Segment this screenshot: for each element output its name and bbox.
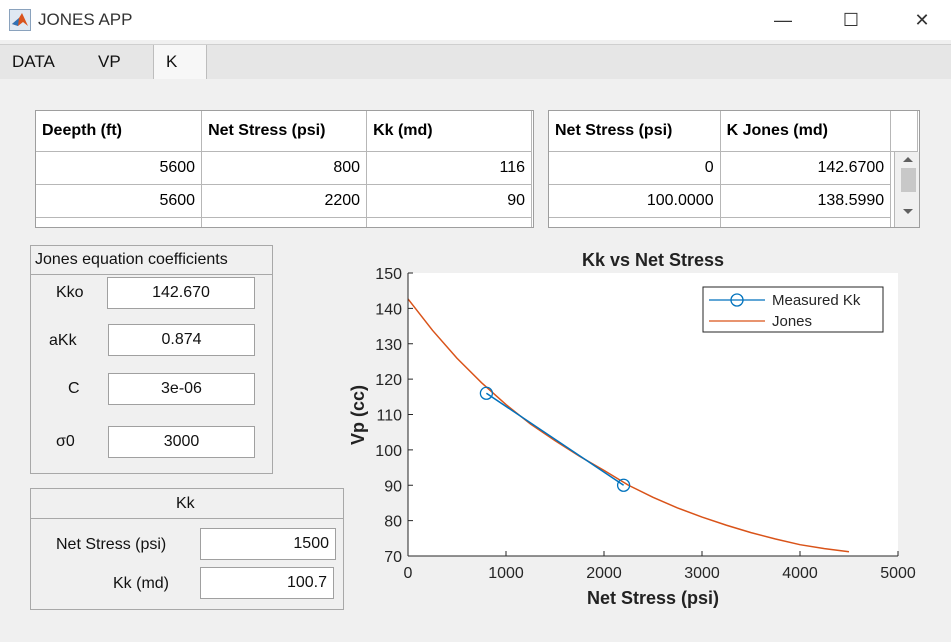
y-tick-label: 150 bbox=[375, 266, 402, 283]
tab-vp[interactable]: VP bbox=[86, 45, 152, 79]
table-cell[interactable]: 5600 bbox=[36, 184, 203, 218]
kk-vs-net-stress-chart[interactable]: Kk vs Net Stress 0 1000 2000 3000 4000 5000 70… bbox=[340, 241, 920, 616]
window-title: JONES APP bbox=[38, 10, 133, 29]
close-button[interactable]: ✕ bbox=[899, 6, 945, 34]
table-cell[interactable]: 2200 bbox=[201, 184, 368, 218]
kko-label: Kko bbox=[56, 284, 84, 301]
c-label: C bbox=[68, 380, 80, 397]
sigma0-label: σ0 bbox=[56, 433, 75, 450]
maximize-button[interactable]: ☐ bbox=[828, 6, 874, 34]
tab-content-k: Deepth (ft) Net Stress (psi) Kk (md) 560… bbox=[0, 79, 951, 642]
column-header-blank bbox=[890, 111, 918, 152]
kk-output-field[interactable]: 100.7 bbox=[200, 567, 334, 599]
table-cell[interactable]: 100.0000 bbox=[549, 184, 721, 218]
table-cell[interactable]: 142.6700 bbox=[719, 151, 892, 185]
y-tick-label: 120 bbox=[375, 372, 402, 389]
chart-title: Kk vs Net Stress bbox=[582, 250, 724, 270]
table-cell[interactable]: 5600 bbox=[36, 151, 203, 185]
x-axis-label: Net Stress (psi) bbox=[587, 588, 719, 608]
x-tick-label: 3000 bbox=[684, 565, 720, 582]
akk-label: aKk bbox=[49, 332, 77, 349]
sigma0-field[interactable]: 3000 bbox=[108, 426, 255, 458]
scrollbar-graphic bbox=[901, 157, 916, 214]
table-cell[interactable]: 90 bbox=[366, 184, 532, 218]
y-axis-label: Vp (cc) bbox=[348, 385, 368, 445]
column-header[interactable]: K Jones (md) bbox=[719, 111, 892, 152]
jones-table[interactable]: Net Stress (psi) K Jones (md) 0 142.6700… bbox=[548, 110, 920, 228]
y-tick-label: 80 bbox=[384, 514, 402, 531]
legend-jones-label: Jones bbox=[772, 313, 812, 330]
measured-data-table[interactable]: Deepth (ft) Net Stress (psi) Kk (md) 560… bbox=[35, 110, 534, 228]
kko-field[interactable]: 142.670 bbox=[107, 277, 255, 309]
panel-header: Kk bbox=[31, 489, 343, 519]
tab-data[interactable]: DATA bbox=[0, 45, 84, 79]
table-row[interactable] bbox=[549, 217, 918, 227]
table-cell[interactable]: 0 bbox=[549, 151, 721, 185]
panel-title: Kk bbox=[176, 495, 195, 512]
y-tick-label: 90 bbox=[384, 478, 402, 495]
y-tick-label: 140 bbox=[375, 301, 402, 318]
scroll-down-arrow-icon bbox=[903, 209, 913, 214]
coefficients-panel: Jones equation coefficients Kko 142.670 … bbox=[30, 245, 273, 474]
kk-panel: Kk Net Stress (psi) 1500 Kk (md) 100.7 bbox=[30, 488, 344, 610]
column-header[interactable]: Kk (md) bbox=[366, 111, 532, 152]
y-tick-label: 100 bbox=[375, 443, 402, 460]
tab-bar: DATA VP K bbox=[0, 44, 951, 80]
table-row[interactable]: 0 142.6700 bbox=[549, 151, 918, 185]
y-tick-label: 70 bbox=[384, 549, 402, 566]
tab-k[interactable]: K bbox=[153, 45, 207, 80]
panel-header: Jones equation coefficients bbox=[31, 246, 272, 275]
akk-field[interactable]: 0.874 bbox=[108, 324, 255, 356]
panel-title: Jones equation coefficients bbox=[35, 251, 228, 268]
column-header[interactable]: Deepth (ft) bbox=[36, 111, 203, 152]
net-stress-label: Net Stress (psi) bbox=[56, 536, 167, 553]
scroll-up-arrow-icon bbox=[903, 157, 913, 162]
table-header-row: Net Stress (psi) K Jones (md) bbox=[549, 111, 918, 152]
table-row[interactable] bbox=[36, 217, 532, 227]
column-header[interactable]: Net Stress (psi) bbox=[201, 111, 368, 152]
matlab-logo-icon bbox=[9, 9, 31, 31]
legend[interactable]: Measured Kk Jones bbox=[702, 286, 884, 333]
c-field[interactable]: 3e-06 bbox=[108, 373, 255, 405]
net-stress-input[interactable]: 1500 bbox=[200, 528, 336, 560]
table-header-row: Deepth (ft) Net Stress (psi) Kk (md) bbox=[36, 111, 532, 152]
x-tick-label: 2000 bbox=[586, 565, 622, 582]
y-tick-label: 130 bbox=[375, 337, 402, 354]
minimize-button[interactable]: — bbox=[760, 6, 806, 34]
table-row[interactable]: 5600 800 116 bbox=[36, 151, 532, 185]
scroll-thumb bbox=[901, 168, 916, 192]
table-row[interactable]: 5600 2200 90 bbox=[36, 184, 532, 218]
kk-label: Kk (md) bbox=[113, 575, 169, 592]
column-header[interactable]: Net Stress (psi) bbox=[549, 111, 721, 152]
x-tick-label: 0 bbox=[404, 565, 413, 582]
vertical-scrollbar[interactable] bbox=[894, 152, 919, 227]
table-cell[interactable]: 800 bbox=[201, 151, 368, 185]
table-row[interactable]: 100.0000 138.5990 bbox=[549, 184, 918, 218]
title-bar: JONES APP — ☐ ✕ bbox=[0, 0, 951, 40]
y-tick-label: 110 bbox=[376, 408, 402, 425]
x-tick-label: 1000 bbox=[488, 565, 524, 582]
legend-measured-label: Measured Kk bbox=[772, 292, 861, 309]
table-cell[interactable]: 138.5990 bbox=[719, 184, 892, 218]
table-cell[interactable]: 116 bbox=[366, 151, 532, 185]
x-tick-label: 4000 bbox=[782, 565, 818, 582]
x-tick-label: 5000 bbox=[880, 565, 916, 582]
